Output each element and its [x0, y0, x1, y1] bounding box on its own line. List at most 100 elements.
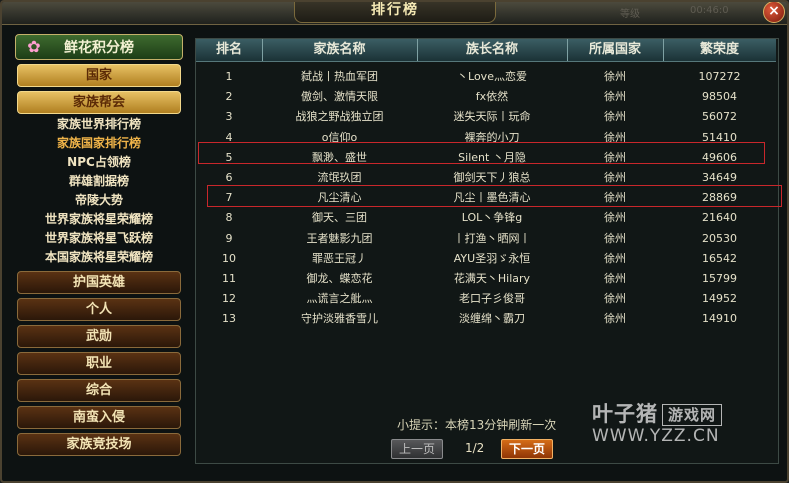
country-cell: 徐州	[604, 312, 626, 326]
sidebar-item-family-label: 家族帮会	[72, 95, 125, 110]
rank-cell: 12	[222, 292, 236, 306]
leader-cell: LOL丶争锋g	[461, 211, 523, 225]
prosperity-cell: 107272	[698, 70, 741, 83]
prosperity-cell: 98504	[702, 90, 737, 104]
rank-cell: 2	[225, 90, 233, 104]
leader-cell: AYU圣羽ゞ永恒	[453, 251, 531, 265]
submenu-imperial-tomb[interactable]: 帝陵大势	[15, 191, 183, 210]
family-cell: 御龙、蝶恋花	[306, 271, 373, 285]
header-leader-name: 族长名称	[417, 39, 568, 61]
leader-cell: 丨打渔丶晒网丨	[453, 231, 531, 245]
leader-cell: fx依然	[475, 90, 509, 104]
rank-cell: 8	[225, 211, 233, 225]
family-cell: 战狼之野战独立团	[295, 110, 384, 124]
sidebar: ✿ 鲜花积分榜 国家 家族帮会 家族世界排行榜 家族国家排行榜 NPC占领榜 群…	[15, 34, 185, 472]
next-page-button[interactable]: 下一页	[501, 439, 553, 459]
sidebar-item-southern-invasion[interactable]: 南蛮入侵	[17, 406, 181, 429]
family-cell: 灬谎言之舭灬	[306, 292, 373, 306]
country-cell: 徐州	[604, 231, 626, 245]
prosperity-cell: 14910	[702, 312, 737, 326]
header-country: 所属国家	[567, 39, 664, 61]
ranking-window: 等级 00:46:0 排行榜 × ✿ 鲜花积分榜 国家 家族帮会 家族世界排行榜…	[0, 0, 789, 483]
family-cell: 弑战丨热血军团	[301, 70, 378, 83]
rank-cell: 9	[225, 231, 233, 245]
prosperity-cell: 56072	[702, 110, 737, 124]
watermark-tag: 游戏网	[662, 404, 723, 426]
submenu-npc-occupation[interactable]: NPC占领榜	[15, 153, 183, 172]
table-row[interactable]: 9 王者魅影九团 丨打渔丶晒网丨 徐州 20530	[196, 229, 776, 249]
sidebar-item-country[interactable]: 国家	[17, 64, 181, 87]
watermark-url: WWW.YZZ.CN	[592, 426, 720, 446]
rank-cell: 1	[225, 70, 233, 83]
prosperity-cell: 15799	[702, 271, 737, 285]
family-cell: 守护淡雅香雪儿	[301, 312, 378, 326]
header-family-name: 家族名称	[262, 39, 418, 61]
header-prosperity: 繁荣度	[699, 42, 739, 57]
submenu-world-star-honor[interactable]: 世界家族将星荣耀榜	[15, 210, 183, 229]
table-row[interactable]: 8 御天、三团 LOL丶争锋g 徐州 21640	[196, 208, 776, 228]
leader-cell: 花满天丶Hilary	[453, 271, 531, 285]
rank-cell: 3	[225, 110, 233, 124]
country-cell: 徐州	[604, 211, 626, 225]
sidebar-item-national-hero[interactable]: 护国英雄	[17, 271, 181, 294]
sidebar-item-family-arena[interactable]: 家族竞技场	[17, 433, 181, 456]
table-row[interactable]: 13 守护淡雅香雪儿 淡缠绵丶霸刀 徐州 14910	[196, 309, 776, 329]
leader-cell: 淡缠绵丶霸刀	[459, 312, 525, 326]
highlight-box-row-7	[207, 185, 782, 207]
prosperity-cell: 14952	[702, 292, 737, 306]
country-cell: 徐州	[604, 110, 626, 124]
submenu-family-country-ranking[interactable]: 家族国家排行榜	[15, 134, 183, 153]
watermark-brand: 叶子猪	[592, 402, 658, 426]
page-indicator: 1/2	[465, 441, 485, 455]
highlight-box-row-5	[198, 142, 765, 164]
prosperity-cell: 20530	[702, 231, 737, 245]
sidebar-item-overall[interactable]: 综合	[17, 379, 181, 402]
submenu-world-star-leap[interactable]: 世界家族将星飞跃榜	[15, 229, 183, 248]
country-cell: 徐州	[604, 90, 626, 104]
table-row[interactable]: 11 御龙、蝶恋花 花满天丶Hilary 徐州 15799	[196, 269, 776, 289]
family-cell: 罪恶王冠丿	[312, 251, 367, 265]
table-header: 排名 家族名称 族长名称 所属国家 繁荣度	[196, 39, 776, 62]
prev-page-button[interactable]: 上一页	[391, 439, 443, 459]
rank-cell: 10	[222, 251, 236, 265]
table-row[interactable]: 1 弑战丨热血军团 丶Love灬恋爱 徐州 107272	[196, 67, 776, 87]
faded-header-left: 等级	[620, 9, 640, 20]
ranking-table: 排名 家族名称 族长名称 所属国家 繁荣度 1 弑战丨热血军团 丶Love灬恋爱…	[195, 38, 779, 464]
rank-cell: 11	[222, 271, 236, 285]
country-cell: 徐州	[604, 292, 626, 306]
family-cell: 傲剑、激情天限	[301, 90, 378, 104]
leader-cell: 丶Love灬恋爱	[457, 70, 527, 83]
leader-cell: 老口子彡俊哥	[459, 292, 525, 306]
sidebar-item-personal[interactable]: 个人	[17, 298, 181, 321]
header-rank: 排名	[196, 39, 263, 61]
country-cell: 徐州	[604, 271, 626, 285]
close-button[interactable]: ×	[763, 2, 785, 23]
flower-icon: ✿	[27, 37, 41, 56]
rank-cell: 13	[222, 312, 236, 326]
country-cell: 徐州	[604, 70, 626, 83]
leader-cell: 迷失天际丨玩命	[453, 110, 531, 124]
submenu-warlords[interactable]: 群雄割据榜	[15, 172, 183, 191]
table-row[interactable]: 12 灬谎言之舭灬 老口子彡俊哥 徐州 14952	[196, 289, 776, 309]
table-row[interactable]: 10 罪恶王冠丿 AYU圣羽ゞ永恒 徐州 16542	[196, 249, 776, 269]
sidebar-item-profession[interactable]: 职业	[17, 352, 181, 375]
country-cell: 徐州	[604, 251, 626, 265]
sidebar-item-family[interactable]: 家族帮会	[17, 91, 181, 114]
submenu-family-world-ranking[interactable]: 家族世界排行榜	[15, 115, 183, 134]
family-cell: 王者魅影九团	[306, 231, 373, 245]
flower-ranking-header[interactable]: ✿ 鲜花积分榜	[15, 34, 183, 60]
sidebar-item-country-label: 国家	[85, 68, 112, 83]
refresh-tip: 小提示：本榜13分钟刷新一次	[397, 418, 557, 432]
watermark-brand-row: 叶子猪 游戏网	[592, 402, 762, 426]
title-bar: 等级 00:46:0 排行榜 ×	[2, 2, 787, 25]
site-watermark: 叶子猪 游戏网 WWW.YZZ.CN	[592, 402, 762, 448]
close-icon: ×	[768, 3, 780, 19]
family-cell: 御天、三团	[312, 211, 367, 225]
table-row[interactable]: 3 战狼之野战独立团 迷失天际丨玩命 徐州 56072	[196, 107, 776, 127]
prosperity-cell: 16542	[702, 251, 737, 265]
submenu-local-star-honor[interactable]: 本国家族将星荣耀榜	[15, 248, 183, 267]
prosperity-cell: 21640	[702, 211, 737, 225]
sidebar-item-merit[interactable]: 武勋	[17, 325, 181, 348]
table-row[interactable]: 2 傲剑、激情天限 fx依然 徐州 98504	[196, 87, 776, 107]
family-submenu: 家族世界排行榜 家族国家排行榜 NPC占领榜 群雄割据榜 帝陵大势 世界家族将星…	[15, 115, 183, 267]
